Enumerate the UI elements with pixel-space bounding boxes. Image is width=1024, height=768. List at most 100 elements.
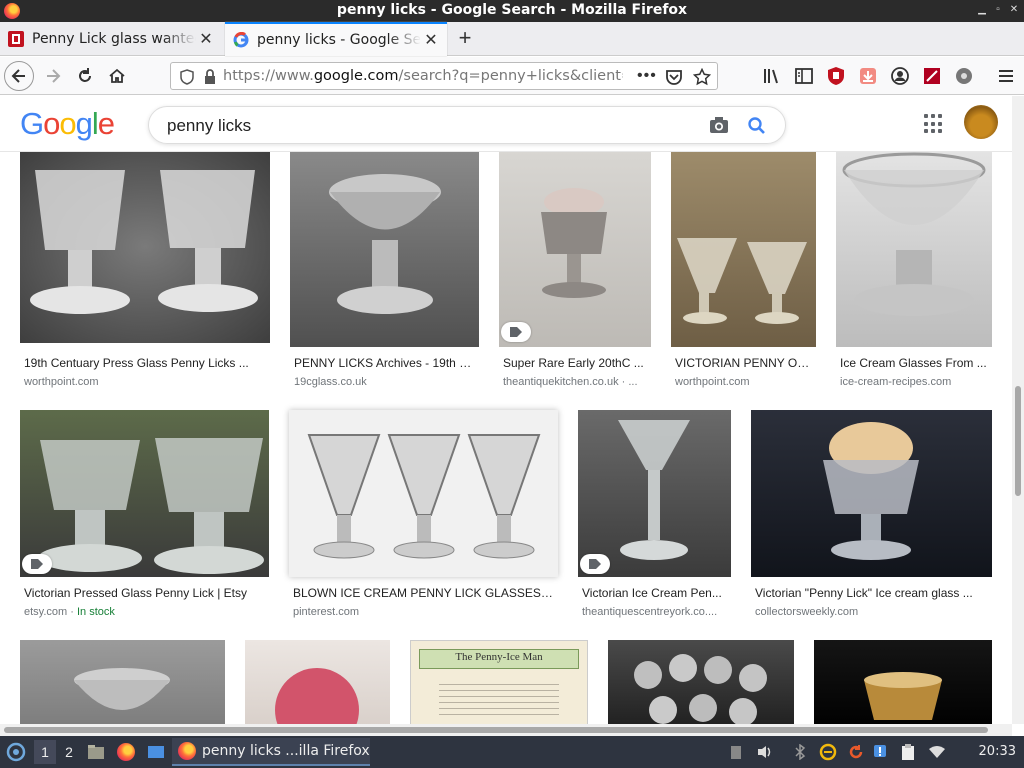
back-button[interactable] — [4, 61, 34, 91]
price-tag-icon — [580, 554, 610, 574]
clipboard-tray-icon[interactable] — [728, 740, 744, 764]
tab-penny-lick-glass[interactable]: Penny Lick glass wanted ✕ — [0, 22, 222, 56]
taskbar-window-label: penny licks ...illa Firefox — [202, 743, 370, 759]
sync-tray-icon[interactable] — [818, 740, 838, 764]
result-caption[interactable]: VICTORIAN PENNY OR ... — [675, 356, 815, 370]
ice-cream-scoop-icon — [275, 668, 359, 724]
result-source[interactable]: worthpoint.com — [24, 376, 264, 388]
volume-icon[interactable] — [756, 740, 774, 764]
arrow-right-icon — [47, 69, 61, 83]
close-tab-icon[interactable]: ✕ — [421, 30, 441, 50]
shield-icon[interactable] — [179, 69, 195, 85]
firefox-launcher-icon[interactable] — [116, 740, 136, 764]
close-tab-icon[interactable]: ✕ — [196, 29, 216, 49]
result-source[interactable]: etsy.com · In stock — [24, 606, 264, 618]
result-source[interactable]: ice-cream-recipes.com — [840, 376, 992, 388]
ublock-shield-icon[interactable] — [826, 66, 846, 86]
red-favicon-icon — [8, 31, 24, 47]
tab-google-search[interactable]: penny licks - Google Search ✕ — [225, 22, 447, 56]
extension-gear-icon[interactable] — [954, 66, 974, 86]
google-apps-icon[interactable] — [924, 114, 944, 134]
result-source[interactable]: collectorsweekly.com — [755, 606, 989, 618]
account-avatar[interactable] — [964, 105, 998, 139]
search-box[interactable]: penny licks — [148, 106, 786, 144]
result-source[interactable]: theantiquescentreyork.co.... — [582, 606, 728, 618]
lock-icon[interactable] — [203, 69, 217, 85]
maximize-icon[interactable]: ▫ — [992, 3, 1004, 17]
taskbar-window-firefox[interactable]: penny licks ...illa Firefox — [172, 738, 370, 766]
reload-button[interactable] — [70, 61, 100, 91]
result-caption[interactable]: Super Rare Early 20thC ... — [503, 356, 649, 370]
update-tray-icon[interactable] — [846, 740, 866, 764]
workspace-1[interactable]: 1 — [34, 740, 56, 764]
result-image[interactable] — [245, 640, 390, 724]
search-query-input[interactable]: penny licks — [167, 116, 251, 136]
start-menu-icon[interactable] — [4, 740, 28, 764]
result-image[interactable] — [751, 410, 992, 577]
network-wifi-icon[interactable] — [926, 740, 948, 764]
scroll-thumb[interactable] — [1015, 386, 1021, 496]
bluetooth-icon[interactable] — [792, 740, 808, 764]
address-bar[interactable]: https://www.google.com/search?q=penny+li… — [170, 62, 718, 90]
tab-label: penny licks - Google Search — [257, 32, 421, 48]
result-image[interactable]: The Penny-Ice Man — [410, 640, 588, 724]
account-icon[interactable] — [890, 66, 910, 86]
minimize-icon[interactable]: ▁ — [976, 3, 988, 17]
result-image[interactable] — [836, 150, 992, 347]
forward-button[interactable] — [38, 61, 68, 91]
navigation-toolbar: https://www.google.com/search?q=penny+li… — [0, 57, 1024, 95]
glass-image-icon — [842, 152, 986, 316]
result-caption[interactable]: 19th Centuary Press Glass Penny Licks ..… — [24, 356, 264, 370]
result-source[interactable]: theantiquekitchen.co.uk · ... — [503, 376, 649, 388]
result-caption[interactable]: Ice Cream Glasses From ... — [840, 356, 992, 370]
taskbar-clock[interactable]: 20:33 — [979, 744, 1016, 759]
result-image[interactable] — [20, 150, 270, 343]
result-caption[interactable]: Victorian Pressed Glass Penny Lick | Ets… — [24, 586, 264, 600]
result-image[interactable] — [290, 150, 479, 347]
glass-image-icon — [864, 672, 942, 720]
sidebar-icon[interactable] — [794, 66, 814, 86]
result-source[interactable]: pinterest.com — [293, 606, 555, 618]
result-source[interactable]: worthpoint.com — [675, 376, 815, 388]
desktop-icon[interactable] — [146, 740, 166, 764]
notification-tray-icon[interactable] — [872, 740, 888, 764]
result-source[interactable]: 19cglass.co.uk — [294, 376, 476, 388]
library-icon[interactable] — [762, 66, 782, 86]
download-icon[interactable] — [858, 66, 878, 86]
new-tab-button[interactable]: + — [452, 26, 478, 52]
glasses-group-icon — [634, 654, 767, 724]
url-text[interactable]: https://www.google.com/search?q=penny+li… — [223, 68, 623, 84]
three-glasses-icon — [307, 434, 541, 559]
horizontal-scrollbar[interactable] — [0, 724, 1012, 736]
page-actions-icon[interactable]: ••• — [637, 67, 657, 85]
extension-red-icon[interactable] — [922, 66, 942, 86]
firefox-icon — [178, 742, 196, 760]
poster-title: The Penny-Ice Man — [455, 651, 543, 663]
pocket-icon[interactable] — [665, 68, 683, 86]
result-image[interactable] — [578, 410, 731, 577]
home-button[interactable] — [102, 61, 132, 91]
google-logo[interactable]: Google — [20, 106, 115, 142]
result-caption[interactable]: Victorian "Penny Lick" Ice cream glass .… — [755, 586, 989, 600]
result-image[interactable] — [20, 640, 225, 724]
file-manager-icon[interactable] — [86, 740, 106, 764]
result-caption[interactable]: Victorian Ice Cream Pen... — [582, 586, 728, 600]
result-image[interactable] — [499, 150, 651, 347]
scroll-thumb[interactable] — [4, 727, 988, 733]
vertical-scrollbar[interactable] — [1012, 96, 1024, 724]
result-image[interactable] — [289, 410, 558, 577]
bookmark-star-icon[interactable] — [693, 68, 711, 86]
result-image[interactable] — [814, 640, 992, 724]
hamburger-menu-icon[interactable] — [996, 66, 1016, 86]
result-image[interactable] — [20, 410, 269, 577]
clipboard-manager-icon[interactable] — [898, 740, 918, 764]
result-caption[interactable]: BLOWN ICE CREAM PENNY LICK GLASSES, L... — [293, 586, 555, 600]
close-window-icon[interactable]: ✕ — [1008, 3, 1020, 17]
result-caption[interactable]: PENNY LICKS Archives - 19th C... — [294, 356, 476, 370]
result-image[interactable] — [671, 150, 816, 347]
result-image[interactable] — [608, 640, 794, 724]
workspace-2[interactable]: 2 — [58, 740, 80, 764]
glass-image-icon — [329, 174, 441, 314]
camera-icon[interactable] — [709, 116, 729, 134]
search-icon[interactable] — [747, 116, 767, 136]
